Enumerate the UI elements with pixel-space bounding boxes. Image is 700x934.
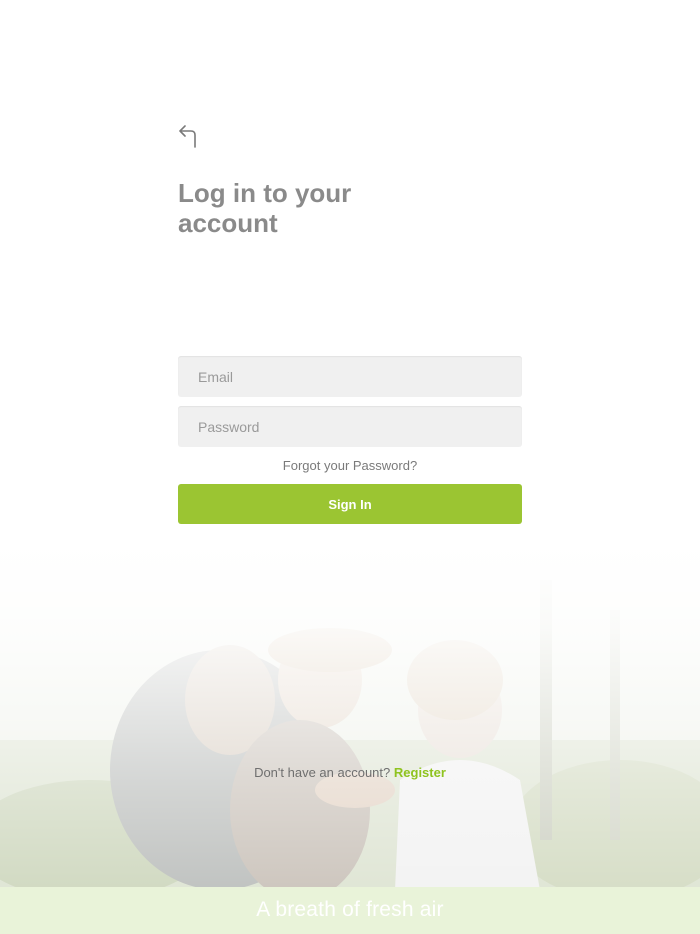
photo-fade-overlay: [0, 540, 700, 890]
background-photo: [0, 540, 700, 890]
forgot-password-link[interactable]: Forgot your Password?: [178, 458, 522, 473]
register-prompt-text: Don't have an account?: [254, 765, 391, 780]
email-field[interactable]: [178, 356, 522, 397]
register-prompt-row: Don't have an account? Register: [0, 765, 700, 780]
password-field[interactable]: [178, 406, 522, 447]
sign-in-button[interactable]: Sign In: [178, 484, 522, 524]
page-title: Log in to your account: [178, 178, 352, 238]
tagline: A breath of fresh air: [256, 898, 444, 921]
back-arrow-icon[interactable]: [176, 122, 200, 150]
register-link[interactable]: Register: [394, 765, 446, 780]
